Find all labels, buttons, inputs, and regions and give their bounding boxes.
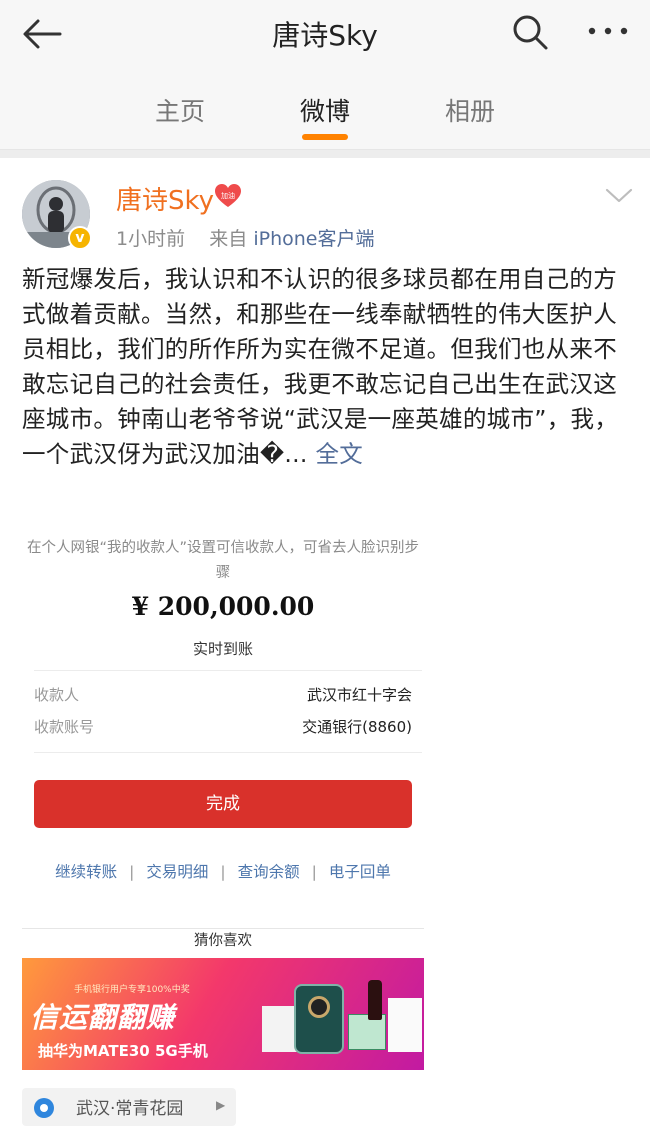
banner-subline: 抽华为MATE30 5G手机 [38, 1042, 208, 1060]
post-source[interactable]: iPhone客户端 [253, 228, 374, 250]
payee-value: 武汉市红十字会 [306, 686, 412, 704]
tab-weibo[interactable]: 微博 [265, 92, 385, 128]
tab-album[interactable]: 相册 [410, 92, 530, 128]
done-button: 完成 [34, 780, 412, 828]
guess-you-like-label: 猜你喜欢 [194, 933, 252, 949]
receipt-links: 继续转账 | 交易明细 | 查询余额 | 电子回单 [55, 863, 391, 881]
receipt-arrival: 实时到账 [192, 640, 253, 658]
receipt-tip: 在个人网银“我的收款人”设置可信收款人，可省去人脸识别步骤 [26, 540, 420, 581]
post-text: 新冠爆发后，我认识和不认识的很多球员都在用自己的方式做着贡献。当然，和那些在一线… [22, 265, 619, 468]
check-balance-link: 查询余额 [237, 863, 300, 881]
heart-badge-text: 加油 [221, 191, 235, 200]
location-label: 武汉·常青花园 [76, 1099, 184, 1119]
search-icon[interactable] [510, 12, 550, 52]
divider [34, 670, 422, 671]
product-box [388, 998, 422, 1052]
e-receipt-link: 电子回单 [328, 863, 391, 881]
account-value: 交通银行(8860) [302, 718, 412, 736]
receipt-amount: ¥ 200,000.00 [131, 592, 315, 621]
bottle-product [368, 980, 382, 1020]
payee-label: 收款人 [34, 686, 80, 704]
post-content: 新冠爆发后，我认识和不认识的很多球员都在用自己的方式做着贡献。当然，和那些在一线… [22, 262, 630, 472]
read-more-link[interactable]: 全文 [316, 440, 364, 468]
promo-banner: 手机银行用户专享100%中奖 信运翻翻赚 抽华为MATE30 5G手机 [22, 958, 424, 1070]
top-bar: 唐诗Sky [0, 0, 650, 70]
verified-badge-icon: v [68, 226, 92, 250]
post-source-prefix: 来自 [209, 228, 248, 250]
camera-lens [308, 996, 330, 1018]
location-pin-icon [34, 1098, 54, 1118]
account-label: 收款账号 [34, 718, 95, 736]
more-options-icon[interactable] [586, 16, 630, 46]
post-time: 1小时前 [116, 228, 186, 250]
phone-product [294, 984, 344, 1054]
divider [34, 752, 422, 753]
tab-home[interactable]: 主页 [120, 92, 240, 128]
page-title: 唐诗Sky [272, 19, 378, 52]
active-tab-indicator [302, 134, 348, 140]
banner-small-text: 手机银行用户专享100%中奖 [74, 985, 190, 995]
heart-badge-icon: 加油 [215, 184, 241, 207]
location-tag[interactable]: 武汉·常青花园 ▶ [22, 1088, 236, 1126]
continue-transfer-link: 继续转账 [55, 863, 118, 881]
chevron-down-icon[interactable] [604, 186, 634, 206]
chevron-right-icon: ▶ [216, 1098, 226, 1112]
section-divider [0, 150, 650, 158]
post-username[interactable]: 唐诗Sky [116, 180, 214, 217]
transaction-detail-link: 交易明细 [146, 863, 209, 881]
post-meta: 1小时前 来自 iPhone客户端 [116, 224, 374, 251]
banner-headline: 信运翻翻赚 [30, 1001, 176, 1034]
